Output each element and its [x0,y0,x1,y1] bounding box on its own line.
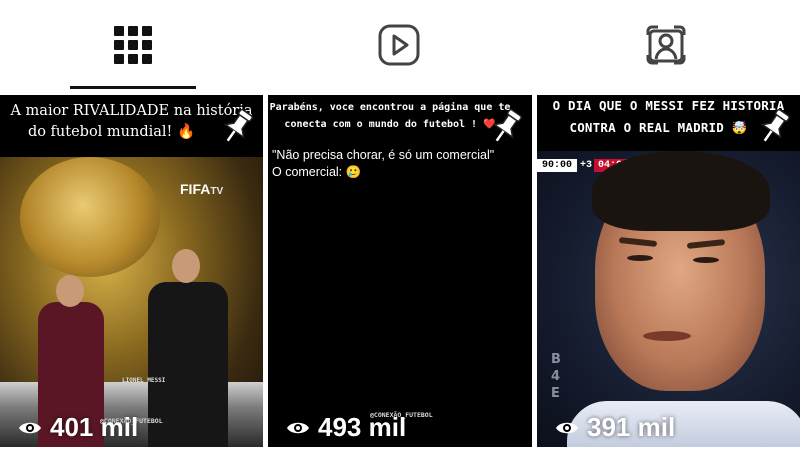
person-head-right [172,249,200,283]
reel-tile-3[interactable]: 90:00 +3 04:08 B 4 E O DIA QUE O MESSI F… [537,95,800,447]
player-mouth [643,331,691,341]
reel-tile-1[interactable]: FIFATV LIONEL MESSI @CONEXÃO_FUTEBOL A m… [0,95,263,447]
added-time: +3 [580,160,593,171]
player-hair [592,151,770,231]
view-count: 401 mil [18,412,138,443]
reels-play-icon [378,24,420,66]
body-line: O comercial: 🥲 [272,165,362,179]
pinned-icon [492,108,522,142]
tab-posts-grid[interactable] [68,0,198,90]
eye-icon [19,422,41,433]
stage-name-label: LIONEL MESSI [122,377,166,384]
grid-icon [114,26,152,64]
reels-grid: FIFATV LIONEL MESSI @CONEXÃO_FUTEBOL A m… [0,95,800,449]
profile-tab-bar [0,0,800,93]
caption-line: Parabéns, voce encontrou a página que te [269,102,511,113]
selected-tab-indicator [70,86,196,89]
fifa-tv-logo: FIFATV [180,181,224,197]
reel-thumbnail-image: FIFATV LIONEL MESSI @CONEXÃO_FUTEBOL [0,157,263,447]
tagged-person-icon [646,25,686,65]
reel-body-text: "Não precisa chorar, é só um comercial" … [268,147,532,181]
tab-tagged[interactable] [601,0,731,90]
view-count-text: 391 mil [587,412,676,442]
view-count: 391 mil [555,412,675,443]
eye-icon [287,422,309,433]
body-line: "Não precisa chorar, é só um comercial" [272,148,495,162]
tab-reels[interactable] [334,0,464,90]
player-eye [627,255,653,261]
eye-icon [556,422,578,433]
match-time: 90:00 [537,159,578,172]
reel-tile-2[interactable]: Parabéns, voce encontrou a página que te… [268,95,532,447]
side-watermark: B 4 E [551,352,561,401]
reel-thumbnail-image: 90:00 +3 04:08 B 4 E [537,151,800,447]
view-count: 493 mil [286,412,406,443]
player-eye [693,257,719,263]
view-count-text: 401 mil [50,412,139,442]
view-count-text: 493 mil [318,412,407,442]
pinned-icon [223,108,253,142]
golden-ball-graphic [20,157,160,277]
caption-line: conecta com o mundo do futebol ! ❤️ [284,119,496,130]
pinned-icon [760,108,790,142]
person-head-left [56,275,84,307]
